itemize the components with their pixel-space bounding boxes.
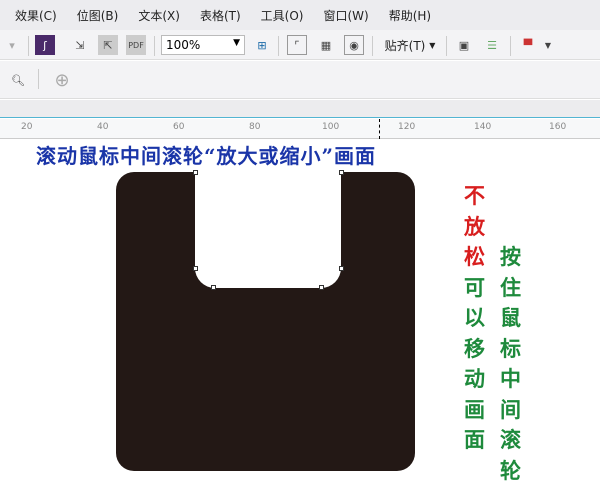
add-icon[interactable]: ⊕ <box>52 70 72 91</box>
zoom-tool-icon[interactable]: 🔍︎ <box>8 70 28 90</box>
menu-bitmap[interactable]: 位图(B) <box>77 7 119 24</box>
rulers-icon[interactable]: ⌜ <box>287 35 307 55</box>
shape-node[interactable] <box>211 285 216 290</box>
horizontal-ruler[interactable]: 20 40 60 80 100 120 140 160 <box>0 119 600 139</box>
shape-node[interactable] <box>319 285 324 290</box>
application-launcher-icon[interactable]: ▣ <box>454 35 474 55</box>
grid-icon[interactable]: ▦ <box>316 35 336 55</box>
menu-effects[interactable]: 效果(C) <box>15 7 57 24</box>
menu-bar: 效果(C) 位图(B) 文本(X) 表格(T) 工具(O) 窗口(W) 帮助(H… <box>0 0 600 30</box>
shape-node[interactable] <box>339 266 344 271</box>
menu-table[interactable]: 表格(T) <box>200 7 241 24</box>
menu-tools[interactable]: 工具(O) <box>261 7 304 24</box>
shape-node[interactable] <box>193 170 198 175</box>
white-cutout-shape[interactable] <box>195 172 341 288</box>
options-icon[interactable]: ☰ <box>482 35 502 55</box>
canvas-title-text: 滚动鼠标中间滚轮“放大或缩小”画面 <box>36 144 377 168</box>
menu-text[interactable]: 文本(X) <box>138 7 180 24</box>
shape-node[interactable] <box>339 170 344 175</box>
menu-window[interactable]: 窗口(W) <box>323 7 368 24</box>
launcher-icon[interactable]: ʃ <box>35 35 55 55</box>
import-icon[interactable]: ⇲ <box>70 35 90 55</box>
full-screen-preview-icon[interactable]: ⊞ <box>252 35 272 55</box>
shape-node[interactable] <box>193 266 198 271</box>
standard-toolbar: ▾ ʃ ⇲ ⇱ PDF 100% ▼ ⊞ ⌜ ▦ ◉ 贴齐(T) ▼ ▣ ☰ ▀ … <box>0 30 600 60</box>
dropdown-arrow-icon[interactable]: ▾ <box>2 35 22 55</box>
left-vertical-text: 不 放 松 可 以 移 动 画 面 <box>464 184 485 452</box>
chevron-down-icon[interactable]: ▼ <box>538 35 558 55</box>
property-bar: 🔍︎ ⊕ <box>0 61 600 99</box>
menu-help[interactable]: 帮助(H) <box>389 7 431 24</box>
chevron-down-icon: ▼ <box>233 38 240 48</box>
export-icon[interactable]: ⇱ <box>98 35 118 55</box>
pdf-icon[interactable]: PDF <box>126 35 146 55</box>
document-tab-bar <box>0 100 600 118</box>
chevron-down-icon: ▼ <box>429 40 436 50</box>
window-icon[interactable]: ▀ <box>518 35 538 55</box>
right-vertical-text: 按 住 鼠 标 中 间 滚 轮 <box>500 245 521 483</box>
zoom-level-select[interactable]: 100% ▼ <box>161 35 245 55</box>
snap-to-dropdown[interactable]: 贴齐(T) ▼ <box>380 35 440 55</box>
guidelines-icon[interactable]: ◉ <box>344 35 364 55</box>
